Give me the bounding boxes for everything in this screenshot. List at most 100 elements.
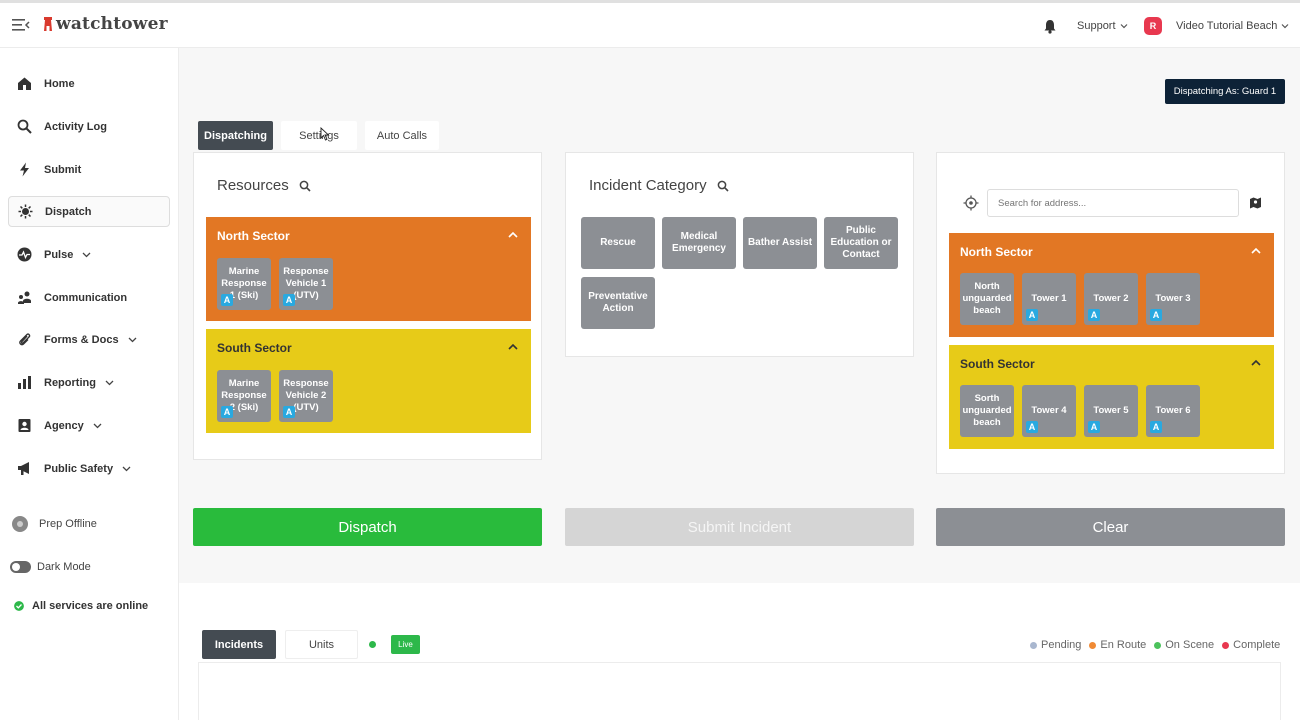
location-label: Tower 5 — [1093, 405, 1129, 416]
tab-incidents[interactable]: Incidents — [202, 630, 276, 659]
app-name: watchtower — [56, 14, 168, 34]
resource-tile[interactable]: Response Vehicle 2 (UTV) A — [279, 370, 333, 422]
location-tile[interactable]: Tower 5 A — [1084, 385, 1138, 437]
available-badge: A — [221, 294, 233, 306]
dark-mode-toggle[interactable]: Dark Mode — [10, 561, 91, 573]
legend-label: On Scene — [1165, 639, 1215, 651]
sidebar-item-label: Reporting — [44, 376, 96, 389]
legend-label: Complete — [1233, 639, 1281, 651]
sidebar-item-pulse[interactable]: Pulse — [8, 239, 170, 270]
chevron-down-icon — [93, 423, 102, 429]
location-label: Sorth unguarded beach — [962, 393, 1012, 428]
toggle-switch-icon[interactable] — [10, 561, 31, 573]
category-medical-emergency[interactable]: Medical Emergency — [662, 217, 736, 269]
sidebar-item-label: Activity Log — [44, 120, 107, 133]
agency-switcher[interactable]: Video Tutorial Beach — [1176, 20, 1289, 32]
incident-category-header: Incident Category — [589, 177, 729, 194]
search-icon[interactable] — [717, 180, 729, 192]
sidebar-item-dispatch[interactable]: Dispatch — [8, 196, 170, 227]
location-label: Tower 1 — [1031, 293, 1067, 304]
category-rescue[interactable]: Rescue — [581, 217, 655, 269]
paperclip-icon — [19, 333, 31, 346]
sector-title: North Sector — [217, 229, 290, 243]
chevron-up-icon[interactable] — [507, 341, 519, 353]
people-icon — [18, 291, 31, 304]
menu-collapse-icon[interactable] — [12, 17, 30, 33]
chevron-down-icon — [82, 252, 91, 258]
chevron-down-icon — [122, 466, 131, 472]
prep-offline-label: Prep Offline — [39, 518, 97, 530]
agency-avatar[interactable]: R — [1144, 17, 1162, 35]
location-label: Tower 2 — [1093, 293, 1129, 304]
sidebar-item-activity-log[interactable]: Activity Log — [8, 111, 170, 142]
resource-tile[interactable]: Marine Response 2 (Ski) A — [217, 370, 271, 422]
resource-tile[interactable]: Response Vehicle 1 (UTV) A — [279, 258, 333, 310]
location-tile[interactable]: Sorth unguarded beach — [960, 385, 1014, 437]
siren-icon — [18, 204, 33, 219]
resource-tile[interactable]: Marine Response 1 (Ski) A — [217, 258, 271, 310]
search-icon — [17, 119, 32, 134]
location-tile[interactable]: Tower 2 A — [1084, 273, 1138, 325]
crosshair-locate-icon[interactable] — [963, 195, 979, 211]
address-search-input[interactable] — [987, 189, 1239, 217]
sector-title: South Sector — [960, 357, 1035, 371]
sidebar-item-label: Submit — [44, 163, 82, 176]
sidebar-item-public-safety[interactable]: Public Safety — [8, 453, 170, 484]
legend-complete: Complete — [1222, 639, 1280, 651]
sidebar-item-label: Dispatch — [45, 205, 92, 218]
tab-settings[interactable]: Settings — [281, 121, 357, 150]
sidebar-item-agency[interactable]: Agency — [8, 410, 170, 441]
status-legend: Pending En Route On Scene Complete — [1030, 639, 1280, 651]
sidebar-item-label: Public Safety — [44, 462, 114, 475]
chevron-up-icon[interactable] — [507, 229, 519, 241]
sidebar-item-communication[interactable]: Communication — [8, 282, 170, 313]
location-tile[interactable]: Tower 3 A — [1146, 273, 1200, 325]
category-public-education[interactable]: Public Education or Contact — [824, 217, 898, 269]
prep-offline-button[interactable]: Prep Offline — [12, 516, 97, 532]
available-badge: A — [283, 406, 295, 418]
app-logo[interactable]: watchtower — [42, 14, 168, 34]
tab-auto-calls[interactable]: Auto Calls — [365, 121, 439, 150]
home-icon — [18, 77, 31, 90]
map-icon[interactable] — [1249, 196, 1262, 209]
tab-dispatching[interactable]: Dispatching — [198, 121, 273, 150]
tab-units[interactable]: Units — [285, 630, 358, 659]
dispatching-as-badge[interactable]: Dispatching As: Guard 1 — [1165, 79, 1285, 104]
support-menu[interactable]: Support — [1077, 20, 1128, 32]
sidebar-item-label: Forms & Docs — [44, 333, 119, 346]
location-tile[interactable]: Tower 6 A — [1146, 385, 1200, 437]
submit-incident-button[interactable]: Submit Incident — [565, 508, 914, 546]
sidebar-item-label: Agency — [44, 419, 84, 432]
location-tile[interactable]: North unguarded beach — [960, 273, 1014, 325]
category-bather-assist[interactable]: Bather Assist — [743, 217, 817, 269]
sidebar-item-home[interactable]: Home — [8, 68, 170, 99]
pending-dot-icon — [1030, 641, 1037, 649]
location-tile[interactable]: Tower 4 A — [1022, 385, 1076, 437]
available-badge: A — [221, 406, 233, 418]
search-icon[interactable] — [299, 180, 311, 192]
sidebar-item-forms-docs[interactable]: Forms & Docs — [8, 324, 170, 355]
clear-button[interactable]: Clear — [936, 508, 1285, 546]
legend-en-route: En Route — [1089, 639, 1146, 651]
resources-north-sector: North Sector Marine Response 1 (Ski) A R… — [206, 217, 531, 321]
top-bar: watchtower Support R Video Tutorial Beac… — [0, 0, 1300, 48]
en-route-dot-icon — [1089, 641, 1097, 649]
resources-header: Resources — [217, 177, 311, 194]
available-badge: A — [1150, 421, 1162, 433]
available-badge: A — [1150, 309, 1162, 321]
available-badge: A — [283, 294, 295, 306]
badge-icon — [18, 419, 31, 432]
location-panel: North Sector North unguarded beach Tower… — [936, 152, 1285, 474]
megaphone-icon — [18, 462, 29, 475]
category-preventative-action[interactable]: Preventative Action — [581, 277, 655, 329]
sidebar-item-submit[interactable]: Submit — [8, 154, 170, 185]
offline-icon — [12, 516, 28, 532]
incident-category-title: Incident Category — [589, 177, 707, 194]
chevron-up-icon[interactable] — [1250, 245, 1262, 257]
notifications-bell-icon[interactable] — [1043, 19, 1057, 34]
location-label: Tower 3 — [1155, 293, 1191, 304]
dispatch-button[interactable]: Dispatch — [193, 508, 542, 546]
chevron-up-icon[interactable] — [1250, 357, 1262, 369]
sidebar-item-reporting[interactable]: Reporting — [8, 367, 170, 398]
location-tile[interactable]: Tower 1 A — [1022, 273, 1076, 325]
